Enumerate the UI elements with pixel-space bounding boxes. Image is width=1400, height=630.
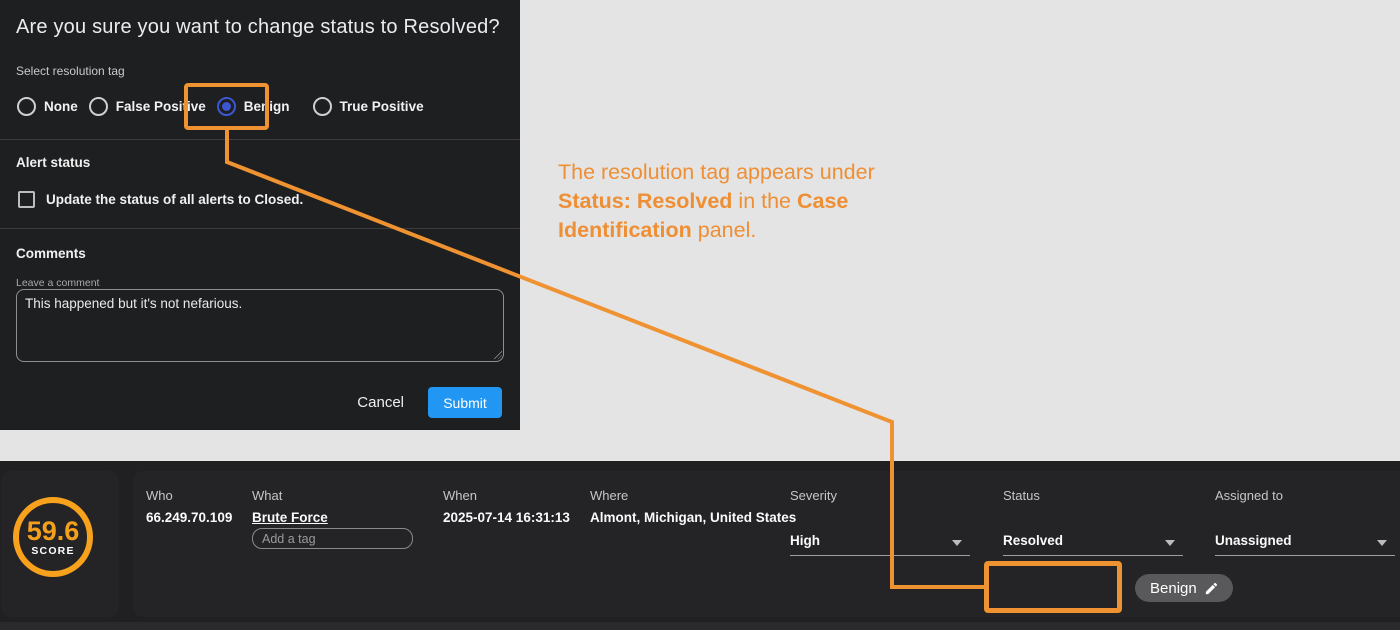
radio-icon[interactable] <box>313 97 332 116</box>
modal-actions: Cancel Submit <box>357 387 502 418</box>
resolution-tag-chip[interactable]: Benign <box>1135 574 1233 602</box>
what-label: What <box>252 488 282 503</box>
annotation-identification: Identification <box>558 218 692 242</box>
edit-pencil-icon <box>1204 581 1219 596</box>
assigned-to-value: Unassigned <box>1215 533 1292 548</box>
case-identification-panel: 59.6 SCORE Who 66.249.70.109 What Brute … <box>0 461 1400 630</box>
page: Are you sure you want to change status t… <box>0 0 1400 630</box>
change-status-modal: Are you sure you want to change status t… <box>0 0 520 430</box>
who-value: 66.249.70.109 <box>146 510 232 525</box>
annotation-text: in the <box>732 189 797 213</box>
radio-option-label: True Positive <box>340 99 424 114</box>
leave-comment-label: Leave a comment <box>16 277 99 289</box>
annotation-text: panel. <box>692 218 757 242</box>
annotation-line1: The resolution tag appears under <box>558 160 875 184</box>
severity-value: High <box>790 533 820 548</box>
panel-bottom-strip <box>0 622 1400 630</box>
radio-icon[interactable] <box>89 97 108 116</box>
assigned-to-label: Assigned to <box>1215 488 1283 503</box>
status-select[interactable]: Resolved <box>1003 532 1183 556</box>
radio-option-true-positive[interactable]: True Positive <box>313 97 424 116</box>
resolution-radio-group: None False Positive Benign True Positive <box>17 95 424 117</box>
radio-option-false-positive[interactable]: False Positive <box>89 97 206 116</box>
chevron-down-icon <box>952 540 962 546</box>
what-value-link[interactable]: Brute Force <box>252 510 328 525</box>
score-value: 59.6 <box>27 518 80 545</box>
checkbox-unchecked-icon[interactable] <box>18 191 35 208</box>
resolution-chip-label: Benign <box>1150 580 1197 597</box>
score-label: SCORE <box>31 546 74 557</box>
radio-option-label: False Positive <box>116 99 206 114</box>
divider <box>0 228 520 229</box>
resolution-tag-label: Select resolution tag <box>16 64 125 78</box>
radio-option-benign[interactable]: Benign <box>217 97 302 116</box>
add-tag-input[interactable] <box>252 528 413 549</box>
radio-option-label: Benign <box>244 99 302 114</box>
status-value: Resolved <box>1003 533 1063 548</box>
checkbox-label: Update the status of all alerts to Close… <box>46 192 303 207</box>
radio-option-label: None <box>44 99 78 114</box>
where-value: Almont, Michigan, United States <box>590 510 796 525</box>
case-detail-card: Who 66.249.70.109 What Brute Force When … <box>133 471 1400 617</box>
cancel-button[interactable]: Cancel <box>357 394 404 411</box>
annotation-case: Case <box>797 189 848 213</box>
comments-heading: Comments <box>16 246 86 261</box>
radio-selected-icon[interactable] <box>217 97 236 116</box>
alert-status-heading: Alert status <box>16 155 90 170</box>
when-label: When <box>443 488 477 503</box>
score-card: 59.6 SCORE <box>1 471 119 617</box>
who-label: Who <box>146 488 173 503</box>
severity-select[interactable]: High <box>790 532 970 556</box>
annotation-note: The resolution tag appears under Status:… <box>558 158 948 245</box>
radio-option-none[interactable]: None <box>17 97 78 116</box>
chevron-down-icon <box>1165 540 1175 546</box>
status-label: Status <box>1003 488 1040 503</box>
where-label: Where <box>590 488 628 503</box>
annotation-status-resolved: Status: Resolved <box>558 189 732 213</box>
when-value: 2025-07-14 16:31:13 <box>443 510 570 525</box>
severity-label: Severity <box>790 488 837 503</box>
comment-textarea[interactable]: This happened but it's not nefarious. <box>16 289 504 362</box>
divider <box>0 139 520 140</box>
radio-icon[interactable] <box>17 97 36 116</box>
score-circle: 59.6 SCORE <box>13 497 93 577</box>
assigned-to-select[interactable]: Unassigned <box>1215 532 1395 556</box>
chevron-down-icon <box>1377 540 1387 546</box>
modal-title: Are you sure you want to change status t… <box>16 16 500 39</box>
close-alerts-checkbox-row[interactable]: Update the status of all alerts to Close… <box>18 191 303 208</box>
submit-button[interactable]: Submit <box>428 387 502 418</box>
